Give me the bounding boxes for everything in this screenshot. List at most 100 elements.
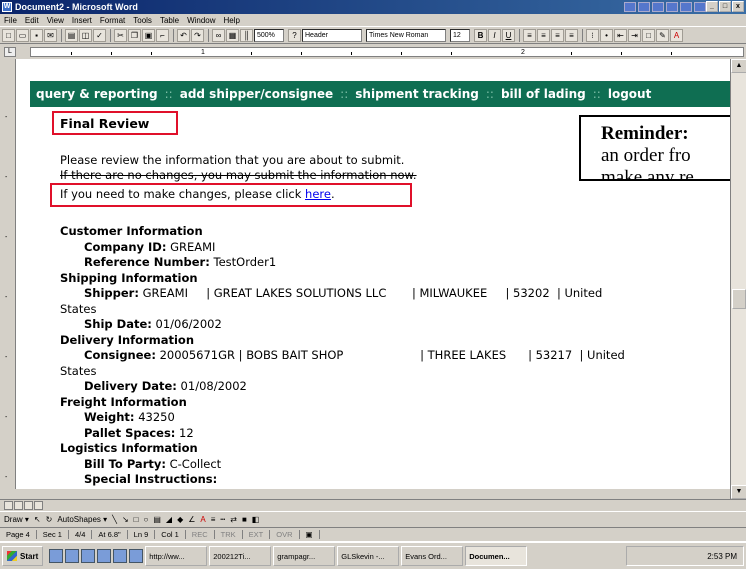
draw-menu[interactable]: Draw ▾ (4, 515, 29, 524)
close-button[interactable]: x (732, 1, 744, 12)
status-rec[interactable]: REC (186, 529, 215, 539)
zoom-select[interactable]: 500% (254, 28, 284, 42)
border-icon[interactable]: □ (642, 28, 655, 42)
font-size-select[interactable]: 12 (450, 28, 470, 42)
line-icon[interactable]: ╲ (112, 515, 117, 524)
task-button-doc2[interactable]: grampagr... (273, 546, 336, 566)
menu-edit[interactable]: Edit (25, 16, 39, 25)
menu-window[interactable]: Window (187, 16, 215, 25)
menu-table[interactable]: Table (160, 16, 179, 25)
3d-icon[interactable]: ◧ (252, 515, 260, 524)
hyperlink-icon[interactable]: ∞ (212, 28, 225, 42)
app-tray-icon[interactable] (652, 2, 664, 12)
rotate-icon[interactable]: ↻ (46, 515, 53, 524)
app-tray-icon[interactable] (638, 2, 650, 12)
quicklaunch-icon[interactable] (49, 549, 64, 563)
tab-selector[interactable]: L (4, 47, 16, 57)
bold-icon[interactable]: B (474, 28, 487, 42)
scroll-up-arrow-icon[interactable]: ▲ (731, 59, 746, 73)
quicklaunch-icon[interactable] (129, 549, 144, 563)
normal-view-icon[interactable] (4, 501, 13, 510)
app-tray-icon[interactable] (694, 2, 706, 12)
arrow-icon[interactable]: ↘ (122, 515, 129, 524)
font-select[interactable]: Times New Roman (366, 28, 446, 42)
bullets-icon[interactable]: • (600, 28, 613, 42)
minimize-button[interactable]: _ (706, 1, 718, 12)
status-ext[interactable]: EXT (243, 529, 271, 539)
spelling-icon[interactable]: ✓ (93, 28, 106, 42)
scroll-thumb[interactable] (732, 289, 746, 309)
help-icon[interactable]: ? (288, 28, 301, 42)
decrease-indent-icon[interactable]: ⇤ (614, 28, 627, 42)
line-color-icon[interactable]: ∠ (188, 515, 195, 524)
align-center-icon[interactable]: ≡ (537, 28, 550, 42)
menu-tools[interactable]: Tools (133, 16, 152, 25)
font-color-icon[interactable]: A (670, 28, 683, 42)
nav-shipment-tracking[interactable]: shipment tracking (355, 87, 479, 101)
nav-logout[interactable]: logout (608, 87, 651, 101)
horizontal-scrollbar[interactable] (0, 499, 746, 511)
increase-indent-icon[interactable]: ⇥ (628, 28, 641, 42)
oval-icon[interactable]: ○ (144, 515, 149, 524)
task-button-evans[interactable]: Evans Ord... (401, 546, 464, 566)
align-right-icon[interactable]: ≡ (551, 28, 564, 42)
menu-format[interactable]: Format (100, 16, 125, 25)
spelling-status-icon[interactable]: ▣ (300, 529, 320, 539)
open-folder-icon[interactable]: ▭ (16, 28, 29, 42)
document-page[interactable]: query & reporting :: add shipper/consign… (16, 59, 730, 489)
undo-icon[interactable]: ↶ (177, 28, 190, 42)
status-ovr[interactable]: OVR (270, 529, 300, 539)
numbering-icon[interactable]: ⁝ (586, 28, 599, 42)
rectangle-icon[interactable]: □ (134, 515, 139, 524)
task-button-glskevin[interactable]: GLSkevin -... (337, 546, 400, 566)
status-trk[interactable]: TRK (215, 529, 243, 539)
format-painter-icon[interactable]: ⌐ (156, 28, 169, 42)
quicklaunch-icon[interactable] (81, 549, 96, 563)
app-tray-icon[interactable] (680, 2, 692, 12)
italic-icon[interactable]: I (488, 28, 501, 42)
columns-icon[interactable]: ║ (240, 28, 253, 42)
textbox-icon[interactable]: ▤ (153, 515, 161, 524)
justify-icon[interactable]: ≡ (565, 28, 578, 42)
email-icon[interactable]: ✉ (44, 28, 57, 42)
print-icon[interactable]: ▤ (65, 28, 78, 42)
cut-icon[interactable]: ✂ (114, 28, 127, 42)
wordart-icon[interactable]: ◢ (166, 515, 172, 524)
clock[interactable]: 2:53 PM (707, 552, 737, 561)
line-style-icon[interactable]: ≡ (211, 515, 216, 524)
fill-color-icon[interactable]: ◆ (177, 515, 183, 524)
arrow-style-icon[interactable]: ⇄ (230, 515, 237, 524)
font-color-draw-icon[interactable]: A (200, 515, 205, 524)
autoshapes-menu[interactable]: AutoShapes ▾ (57, 515, 107, 524)
new-document-icon[interactable]: □ (2, 28, 15, 42)
dash-style-icon[interactable]: ┅ (220, 515, 225, 524)
scroll-down-arrow-icon[interactable]: ▼ (731, 485, 746, 499)
paste-icon[interactable]: ▣ (142, 28, 155, 42)
table-icon[interactable]: ▦ (226, 28, 239, 42)
menu-file[interactable]: File (4, 16, 17, 25)
ruler-strip[interactable]: 1 2 (30, 47, 744, 57)
start-button[interactable]: Start (2, 546, 44, 566)
web-view-icon[interactable] (14, 501, 23, 510)
quicklaunch-icon[interactable] (97, 549, 112, 563)
task-button-document[interactable]: Documen... (465, 546, 528, 566)
vertical-scrollbar[interactable]: ▲ ▼ (730, 59, 746, 499)
nav-bill-of-lading[interactable]: bill of lading (501, 87, 586, 101)
print-preview-icon[interactable]: ◫ (79, 28, 92, 42)
select-objects-icon[interactable]: ↖ (34, 515, 41, 524)
here-link[interactable]: here (305, 187, 331, 201)
nav-add-shipper-consignee[interactable]: add shipper/consignee (180, 87, 333, 101)
align-left-icon[interactable]: ≡ (523, 28, 536, 42)
app-tray-icon[interactable] (666, 2, 678, 12)
copy-icon[interactable]: ❐ (128, 28, 141, 42)
style-select[interactable]: Header (302, 28, 362, 42)
maximize-button[interactable]: □ (719, 1, 731, 12)
save-icon[interactable]: ▪ (30, 28, 43, 42)
app-tray-icon[interactable] (624, 2, 636, 12)
quicklaunch-icon[interactable] (113, 549, 128, 563)
menu-view[interactable]: View (47, 16, 64, 25)
highlight-icon[interactable]: ✎ (656, 28, 669, 42)
task-button-doc1[interactable]: 200212Ti... (209, 546, 272, 566)
redo-icon[interactable]: ↷ (191, 28, 204, 42)
outline-view-icon[interactable] (34, 501, 43, 510)
